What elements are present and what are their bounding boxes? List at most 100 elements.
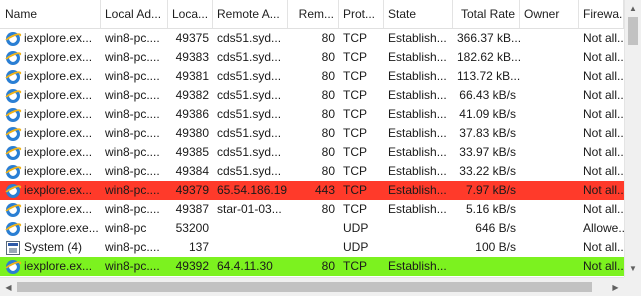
cell-local-address: win8-pc.... (105, 145, 160, 159)
cell-local-address: win8-pc.... (105, 240, 160, 254)
table-row[interactable]: iexplore.ex... win8-pc.... 49382 cds51.syd.… (0, 86, 624, 105)
table-row[interactable]: iexplore.ex... win8-pc.... 49381 cds51.syd.… (0, 67, 624, 86)
cell-remote-address: cds51.syd... (217, 31, 282, 45)
cell-remote-port: 80 (321, 259, 335, 273)
cell-total-rate: 646 B/s (475, 221, 516, 235)
cell-process-name: iexplore.ex... (0, 86, 101, 105)
process-name-text: iexplore.ex... (24, 88, 93, 102)
cell-process-name: iexplore.ex... (0, 105, 101, 124)
cell-state: Establish... (388, 259, 447, 273)
table-header: Name Local Ad... Loca... Remote A... Rem… (0, 0, 624, 29)
cell-state: Establish... (388, 164, 447, 178)
cell-state: Establish... (388, 50, 447, 64)
table-row[interactable]: iexplore.exe... win8-pc 53200 UDP 646 B/s All… (0, 219, 624, 238)
cell-local-port: 49382 (175, 88, 209, 102)
column-header-state[interactable]: State (384, 0, 453, 28)
cell-remote-port: 80 (321, 69, 335, 83)
cell-state: Establish... (388, 107, 447, 121)
cell-local-port: 49387 (175, 202, 209, 216)
cell-remote-address (213, 219, 288, 238)
cell-owner (520, 124, 579, 143)
cell-remote-address: cds51.syd... (217, 88, 282, 102)
cell-state: Establish... (388, 31, 447, 45)
cell-local-address: win8-pc (105, 221, 147, 235)
column-header-name[interactable]: Name (0, 0, 101, 28)
internet-explorer-icon (6, 69, 20, 84)
cell-total-rate: 41.09 kB/s (459, 107, 516, 121)
column-header-remote-port[interactable]: Rem... (288, 0, 339, 28)
vertical-scrollbar[interactable]: ▲ ▼ (624, 0, 641, 277)
table-row[interactable]: iexplore.ex... win8-pc.... 49387 star-01-03… (0, 200, 624, 219)
internet-explorer-icon (6, 221, 20, 236)
cell-owner (520, 219, 579, 238)
cell-total-rate: 5.16 kB/s (465, 202, 516, 216)
scroll-left-icon[interactable]: ◀ (0, 278, 17, 296)
cell-remote-address: star-01-03... (217, 202, 282, 216)
table-row[interactable]: iexplore.ex... win8-pc.... 49375 cds51.syd.… (0, 29, 624, 48)
cell-protocol: TCP (343, 202, 367, 216)
cell-owner (520, 162, 579, 181)
process-name-text: iexplore.ex... (24, 164, 93, 178)
process-name-text: iexplore.exe... (24, 221, 99, 235)
table-row[interactable]: iexplore.ex... win8-pc.... 49383 cds51.syd.… (0, 48, 624, 67)
cell-remote-address: cds51.syd... (217, 107, 282, 121)
cell-state: Establish... (388, 183, 447, 197)
cell-total-rate: 182.62 kB... (457, 50, 520, 64)
column-header-protocol[interactable]: Prot... (339, 0, 384, 28)
cell-state (384, 219, 453, 238)
internet-explorer-icon (6, 88, 20, 103)
cell-remote-port: 80 (321, 164, 335, 178)
table-row[interactable]: iexplore.ex... win8-pc.... 49384 cds51.syd.… (0, 162, 624, 181)
cell-total-rate: 366.37 kB... (457, 31, 520, 45)
cell-local-address: win8-pc.... (105, 88, 160, 102)
cell-protocol: TCP (343, 69, 367, 83)
cell-protocol: TCP (343, 145, 367, 159)
cell-remote-address: cds51.syd... (217, 50, 282, 64)
cell-local-address: win8-pc.... (105, 107, 160, 121)
column-header-owner[interactable]: Owner (520, 0, 579, 28)
table-row[interactable]: iexplore.ex... win8-pc.... 49385 cds51.syd.… (0, 143, 624, 162)
vertical-scroll-thumb[interactable] (628, 17, 638, 45)
cell-owner (520, 29, 579, 48)
cell-owner (520, 143, 579, 162)
cell-local-address: win8-pc.... (105, 259, 160, 273)
internet-explorer-icon (6, 107, 20, 122)
scroll-down-icon[interactable]: ▼ (625, 260, 641, 277)
cell-state: Establish... (388, 145, 447, 159)
cell-local-port: 53200 (175, 221, 209, 235)
table-row[interactable]: iexplore.ex... win8-pc.... 49386 cds51.syd.… (0, 105, 624, 124)
cell-remote-address: cds51.syd... (217, 126, 282, 140)
cell-firewall-status: Not all... (583, 183, 624, 197)
process-name-text: iexplore.ex... (24, 107, 93, 121)
cell-total-rate: 7.97 kB/s (465, 183, 516, 197)
column-header-local-port[interactable]: Loca... (168, 0, 213, 28)
table-row[interactable]: iexplore.ex... win8-pc.... 49380 cds51.syd.… (0, 124, 624, 143)
cell-local-port: 49392 (175, 259, 209, 273)
horizontal-scrollbar[interactable]: ◀ ▶ (0, 277, 624, 296)
column-header-remote-address[interactable]: Remote A... (213, 0, 288, 28)
cell-protocol: TCP (343, 126, 367, 140)
cell-process-name: iexplore.ex... (0, 143, 101, 162)
scroll-right-icon[interactable]: ▶ (607, 278, 624, 296)
table-row[interactable]: System (4) win8-pc.... 137 UDP 100 B/s Not al… (0, 238, 624, 257)
cell-local-port: 49380 (175, 126, 209, 140)
cell-state: Establish... (388, 126, 447, 140)
horizontal-scroll-thumb[interactable] (17, 282, 592, 292)
cell-firewall-status: Not all... (583, 88, 624, 102)
cell-state (384, 238, 453, 257)
cell-remote-address: cds51.syd... (217, 145, 282, 159)
cell-total-rate (453, 257, 520, 276)
internet-explorer-icon (6, 183, 20, 198)
column-header-local-address[interactable]: Local Ad... (101, 0, 168, 28)
table-row[interactable]: iexplore.ex... win8-pc.... 49379 65.54.186.… (0, 181, 624, 200)
cell-remote-address: cds51.syd... (217, 164, 282, 178)
table-row[interactable]: iexplore.ex... win8-pc.... 49392 64.4.11.30… (0, 257, 624, 276)
cell-local-port: 49384 (175, 164, 209, 178)
cell-owner (520, 48, 579, 67)
column-header-firewall[interactable]: Firewa... (579, 0, 624, 28)
scroll-up-icon[interactable]: ▲ (625, 0, 641, 17)
cell-remote-address (213, 238, 288, 257)
internet-explorer-icon (6, 126, 20, 141)
cell-local-address: win8-pc.... (105, 202, 160, 216)
column-header-total-rate[interactable]: Total Rate (453, 0, 520, 28)
